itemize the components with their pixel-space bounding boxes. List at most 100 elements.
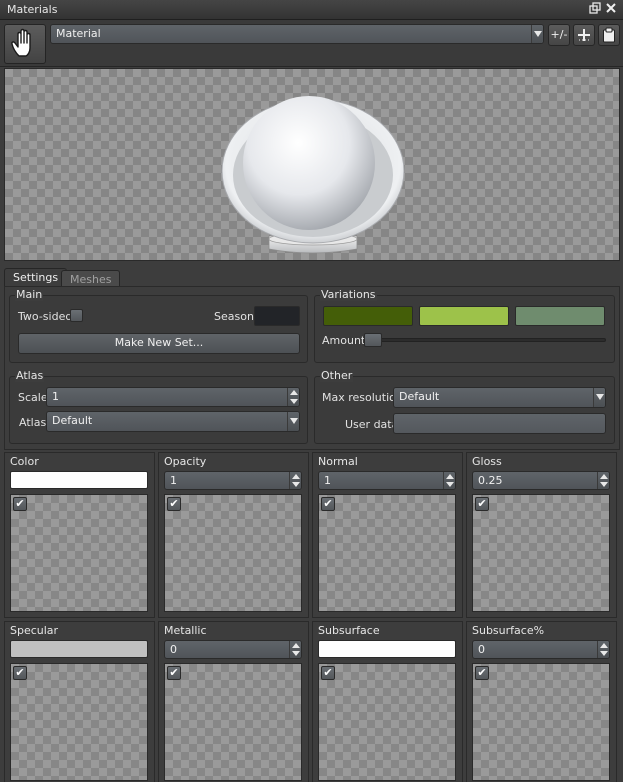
plus-minus-button[interactable]: +/- — [548, 24, 570, 46]
material-toolbar: Material +/- — [0, 20, 623, 67]
max-resolution-value: Default — [399, 390, 440, 403]
channel-value: 1 — [324, 474, 331, 487]
variation-color-2[interactable] — [419, 306, 509, 326]
channel-value-input[interactable]: 0 — [472, 640, 610, 659]
user-data-label: User data — [345, 418, 399, 431]
scale-label: Scale — [18, 391, 48, 404]
tab-settings[interactable]: Settings — [4, 268, 68, 287]
amount-slider-handle[interactable] — [364, 333, 382, 347]
two-sided-checkbox[interactable] — [70, 309, 83, 322]
channel-texture-slot[interactable]: ✔ — [318, 494, 456, 612]
channel-color-swatch[interactable] — [318, 640, 456, 658]
channel-color-swatch[interactable] — [10, 640, 148, 658]
variation-color-3[interactable] — [515, 306, 605, 326]
atlas-label: Atlas — [19, 416, 47, 429]
material-preview[interactable] — [4, 68, 620, 261]
channel-title: Metallic — [164, 624, 207, 637]
amount-slider-track[interactable] — [364, 338, 606, 342]
max-resolution-select[interactable]: Default — [393, 387, 606, 408]
channel-value-input[interactable]: 0 — [164, 640, 302, 659]
channel-texture-slot[interactable]: ✔ — [10, 663, 148, 781]
max-resolution-label: Max resolution — [322, 391, 403, 404]
channel-value-input[interactable]: 0.25 — [472, 471, 610, 490]
season-label: Season — [214, 310, 254, 323]
atlas-select-value: Default — [52, 414, 93, 427]
channel-title: Subsurface — [318, 624, 380, 637]
two-sided-label: Two-sided — [18, 310, 73, 323]
main-group-title: Main — [15, 288, 44, 301]
user-data-input[interactable] — [393, 413, 606, 434]
check-icon: ✔ — [169, 497, 179, 510]
restore-icon[interactable] — [588, 2, 602, 16]
hand-icon — [10, 28, 40, 63]
channel-title: Gloss — [472, 455, 502, 468]
check-icon: ✔ — [15, 497, 25, 510]
material-preview-sphere — [221, 96, 405, 254]
paste-button[interactable] — [598, 24, 620, 46]
channel-value: 0.25 — [478, 474, 503, 487]
close-icon[interactable] — [604, 2, 618, 16]
channel-value: 1 — [170, 474, 177, 487]
channel-texture-slot[interactable]: ✔ — [164, 494, 302, 612]
plus-icon — [577, 29, 591, 45]
channel-texture-slot[interactable]: ✔ — [472, 494, 610, 612]
channel-texture-slot[interactable]: ✔ — [472, 663, 610, 781]
check-icon: ✔ — [15, 666, 25, 679]
tab-settings-label: Settings — [13, 271, 59, 284]
channel-enabled-checkbox[interactable]: ✔ — [321, 666, 335, 680]
amount-label: Amount — [322, 334, 366, 347]
season-color-swatch[interactable] — [254, 306, 300, 326]
add-button[interactable] — [573, 24, 595, 46]
channel-enabled-checkbox[interactable]: ✔ — [167, 666, 181, 680]
channel-enabled-checkbox[interactable]: ✔ — [475, 666, 489, 680]
atlas-group-title: Atlas — [15, 369, 45, 382]
spinner-icon[interactable] — [289, 472, 301, 489]
window-title-bar: Materials — [0, 0, 623, 20]
material-select-value: Material — [56, 27, 101, 40]
check-icon: ✔ — [477, 666, 487, 679]
scale-value: 1 — [52, 390, 59, 403]
channel-title: Opacity — [164, 455, 207, 468]
channel-title: Specular — [10, 624, 59, 637]
spinner-icon[interactable] — [597, 472, 609, 489]
spinner-icon[interactable] — [287, 388, 299, 406]
channel-title: Color — [10, 455, 39, 468]
tab-meshes-label: Meshes — [70, 273, 112, 286]
check-icon: ✔ — [323, 666, 333, 679]
clipboard-icon — [602, 27, 616, 46]
channel-enabled-checkbox[interactable]: ✔ — [13, 497, 27, 511]
make-new-set-button[interactable]: Make New Set... — [18, 333, 300, 354]
channel-title: Subsurface% — [472, 624, 545, 637]
channel-value-input[interactable]: 1 — [164, 471, 302, 490]
check-icon: ✔ — [169, 666, 179, 679]
spinner-icon[interactable] — [443, 472, 455, 489]
channel-texture-slot[interactable]: ✔ — [164, 663, 302, 781]
variation-color-1[interactable] — [323, 306, 413, 326]
chevron-down-icon — [593, 388, 605, 407]
channel-value: 0 — [478, 643, 485, 656]
channel-enabled-checkbox[interactable]: ✔ — [167, 497, 181, 511]
channel-enabled-checkbox[interactable]: ✔ — [475, 497, 489, 511]
channel-value-input[interactable]: 1 — [318, 471, 456, 490]
check-icon: ✔ — [323, 497, 333, 510]
scale-input[interactable]: 1 — [46, 387, 300, 407]
variations-group-title: Variations — [320, 288, 377, 301]
tab-meshes[interactable]: Meshes — [61, 270, 121, 287]
chevron-down-icon — [531, 25, 543, 43]
channel-texture-slot[interactable]: ✔ — [10, 494, 148, 612]
channel-color-swatch[interactable] — [10, 471, 148, 489]
material-select[interactable]: Material — [50, 24, 544, 44]
channel-value: 0 — [170, 643, 177, 656]
channel-enabled-checkbox[interactable]: ✔ — [321, 497, 335, 511]
channel-title: Normal — [318, 455, 358, 468]
hand-tool-button[interactable] — [4, 24, 46, 64]
spinner-icon[interactable] — [597, 641, 609, 658]
check-icon: ✔ — [477, 497, 487, 510]
channel-texture-slot[interactable]: ✔ — [318, 663, 456, 781]
atlas-select[interactable]: Default — [46, 411, 300, 432]
window-title: Materials — [7, 3, 58, 16]
other-group-title: Other — [320, 369, 354, 382]
chevron-down-icon — [287, 412, 299, 431]
channel-enabled-checkbox[interactable]: ✔ — [13, 666, 27, 680]
spinner-icon[interactable] — [289, 641, 301, 658]
